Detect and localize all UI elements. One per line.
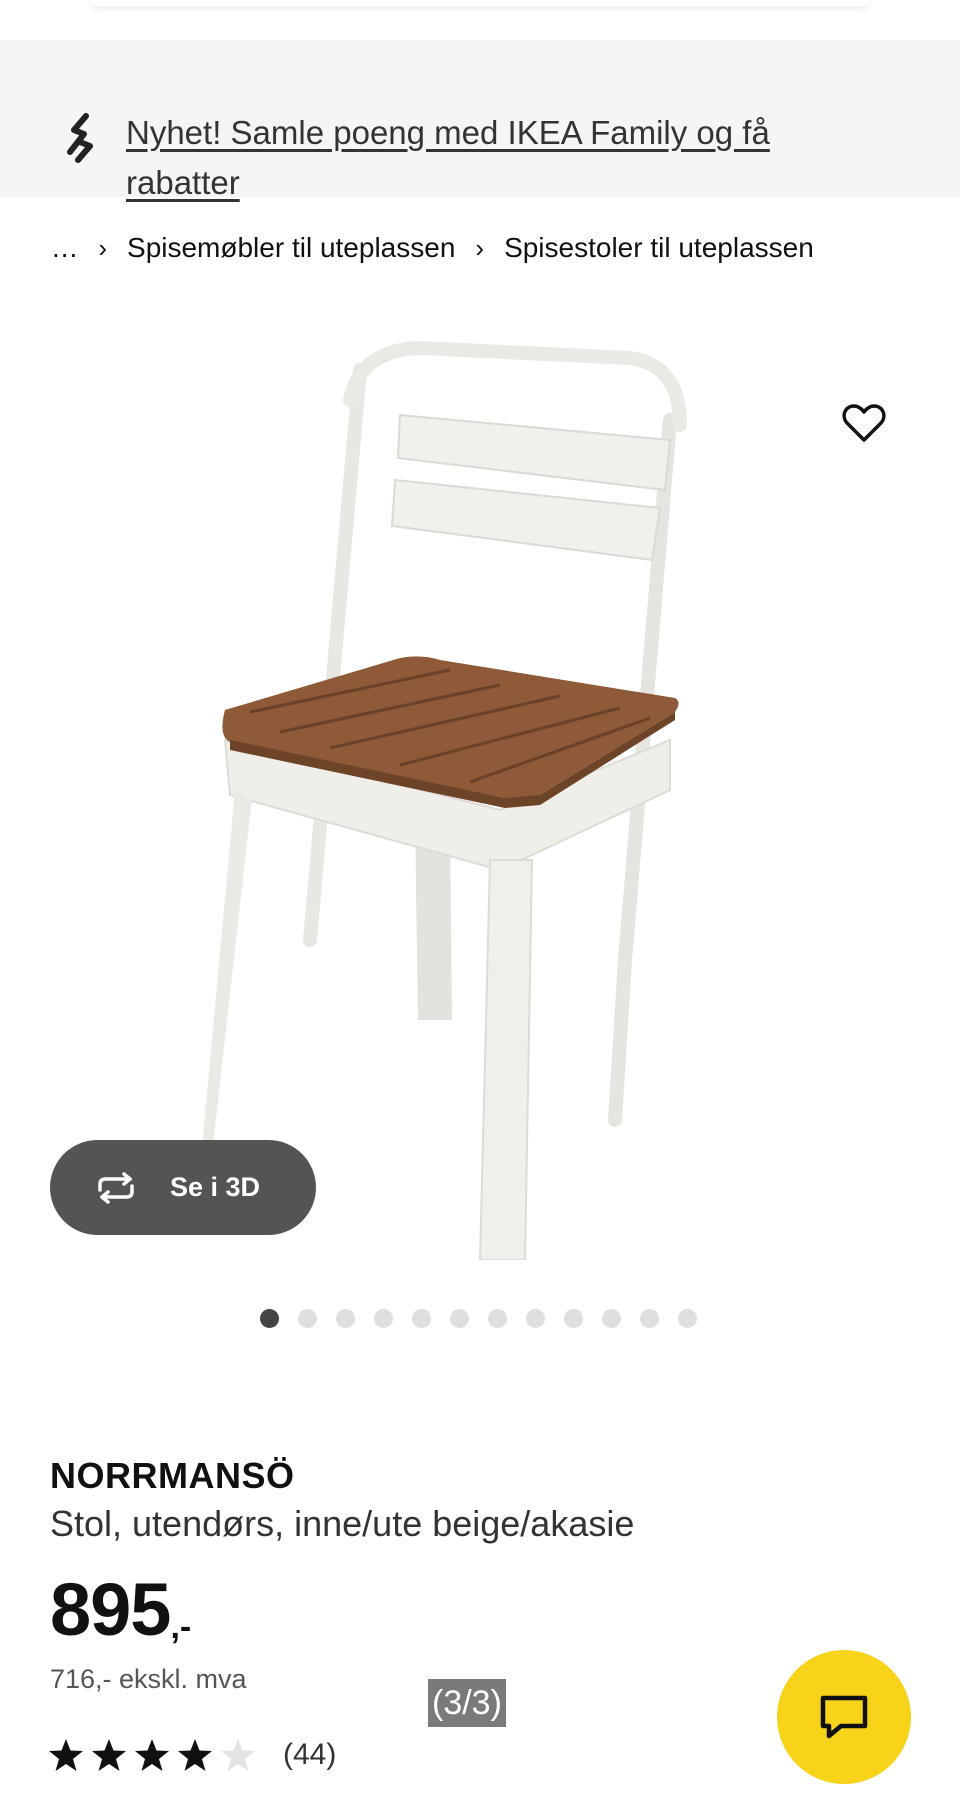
gallery-dot[interactable] <box>260 1309 279 1328</box>
breadcrumb: ... › Spisemøbler til uteplassen › Spise… <box>52 228 814 268</box>
page-counter-overlay: (3/3) <box>428 1679 506 1727</box>
gallery-pagination <box>260 1309 716 1328</box>
price-amount: 895 <box>50 1568 171 1651</box>
chat-icon <box>820 1695 868 1739</box>
heart-icon <box>842 404 886 442</box>
gallery-dot[interactable] <box>488 1309 507 1328</box>
promo-link[interactable]: Nyhet! Samle poeng med IKEA Family og få… <box>126 108 866 208</box>
product-image <box>200 340 687 1260</box>
price-suffix: ,- <box>170 1608 192 1646</box>
favorite-button[interactable] <box>838 397 890 449</box>
star-empty-icon <box>221 1739 255 1771</box>
rating-stars <box>48 1738 263 1772</box>
gallery-dot[interactable] <box>374 1309 393 1328</box>
breadcrumb-item-outdoor-chairs[interactable]: Spisestoler til uteplassen <box>504 232 814 264</box>
product-price: 895 ,- <box>50 1570 191 1650</box>
star-filled-icon <box>49 1739 83 1771</box>
gallery-dot[interactable] <box>640 1309 659 1328</box>
ikea-family-link-icon <box>60 112 100 164</box>
star-filled-icon <box>92 1739 126 1771</box>
product-description: Stol, utendørs, inne/ute beige/akasie <box>50 1503 635 1544</box>
top-header-edge <box>0 0 960 40</box>
product-rating[interactable]: (44) <box>48 1738 336 1772</box>
price-excluding-vat: 716,- ekskl. mva <box>50 1664 247 1694</box>
gallery-dot[interactable] <box>298 1309 317 1328</box>
breadcrumb-item-outdoor-dining[interactable]: Spisemøbler til uteplassen <box>127 232 455 264</box>
chat-button[interactable] <box>777 1650 911 1784</box>
view-in-3d-label: Se i 3D <box>170 1172 261 1202</box>
promo-banner: Nyhet! Samle poeng med IKEA Family og få… <box>0 40 960 201</box>
gallery-dot[interactable] <box>678 1309 697 1328</box>
gallery-dot[interactable] <box>602 1309 621 1328</box>
header-shadow <box>90 0 870 6</box>
gallery-dot[interactable] <box>412 1309 431 1328</box>
view-in-3d-button[interactable]: Se i 3D <box>50 1140 316 1235</box>
product-name: NORRMANSÖ <box>50 1455 295 1496</box>
star-filled-icon <box>178 1739 212 1771</box>
breadcrumb-ellipsis[interactable]: ... <box>52 232 78 264</box>
gallery-dot[interactable] <box>526 1309 545 1328</box>
review-count[interactable]: (44) <box>283 1738 336 1772</box>
gallery-dot[interactable] <box>336 1309 355 1328</box>
breadcrumb-separator: › <box>475 232 485 263</box>
rotate-3d-icon <box>98 1171 134 1204</box>
gallery-dot[interactable] <box>450 1309 469 1328</box>
gallery-dot[interactable] <box>564 1309 583 1328</box>
star-filled-icon <box>135 1739 169 1771</box>
breadcrumb-separator: › <box>98 232 108 263</box>
